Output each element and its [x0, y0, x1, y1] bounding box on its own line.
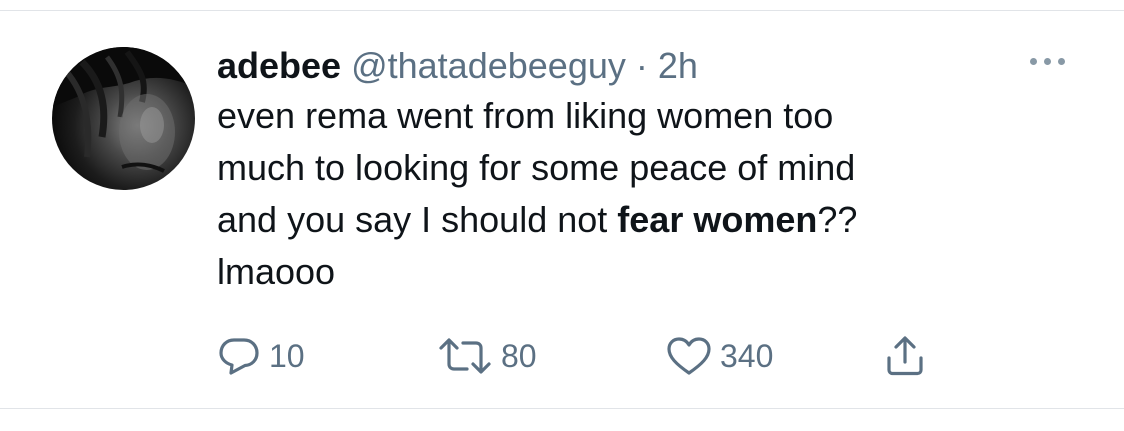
- avatar[interactable]: [52, 47, 195, 190]
- share-icon: [887, 336, 923, 376]
- retweet-count: 80: [501, 337, 537, 374]
- retweet-button[interactable]: 80: [437, 336, 537, 376]
- tweet-text-line: and you say I should not fear women??: [217, 194, 1037, 246]
- tweet-header: adebee @thatadebeeguy · 2h: [217, 44, 1037, 88]
- heart-icon: [667, 337, 711, 375]
- tweet-text-line: much to looking for some peace of mind: [217, 147, 856, 188]
- timestamp[interactable]: 2h: [658, 45, 698, 86]
- reply-button[interactable]: 10: [217, 336, 305, 376]
- like-count: 340: [720, 337, 774, 374]
- bottom-divider: [0, 408, 1124, 409]
- tweet-text: even rema went from liking women too muc…: [217, 90, 1037, 298]
- tweet-body: adebee @thatadebeeguy · 2h even rema wen…: [217, 44, 1037, 298]
- tweet-text-segment: and you say I should not: [217, 199, 618, 240]
- tweet-text-bold: fear women: [617, 199, 818, 240]
- tweet-text-segment: ??: [817, 199, 858, 240]
- more-dot: [1044, 58, 1051, 65]
- top-divider: [0, 10, 1124, 11]
- more-dot: [1058, 58, 1065, 65]
- display-name[interactable]: adebee: [217, 45, 341, 86]
- share-button[interactable]: [885, 336, 925, 376]
- reply-count: 10: [269, 337, 305, 374]
- reply-icon: [219, 338, 259, 375]
- user-handle[interactable]: @thatadebeeguy: [351, 45, 626, 86]
- retweet-icon: [439, 338, 491, 374]
- avatar-image: [52, 47, 195, 190]
- tweet-text-line: lmaooo: [217, 251, 336, 292]
- tweet-text-line: even rema went from liking women too: [217, 95, 834, 136]
- like-button[interactable]: 340: [666, 336, 773, 376]
- tweet-actions: 10 80 340: [217, 336, 977, 376]
- separator-dot: ·: [635, 45, 648, 86]
